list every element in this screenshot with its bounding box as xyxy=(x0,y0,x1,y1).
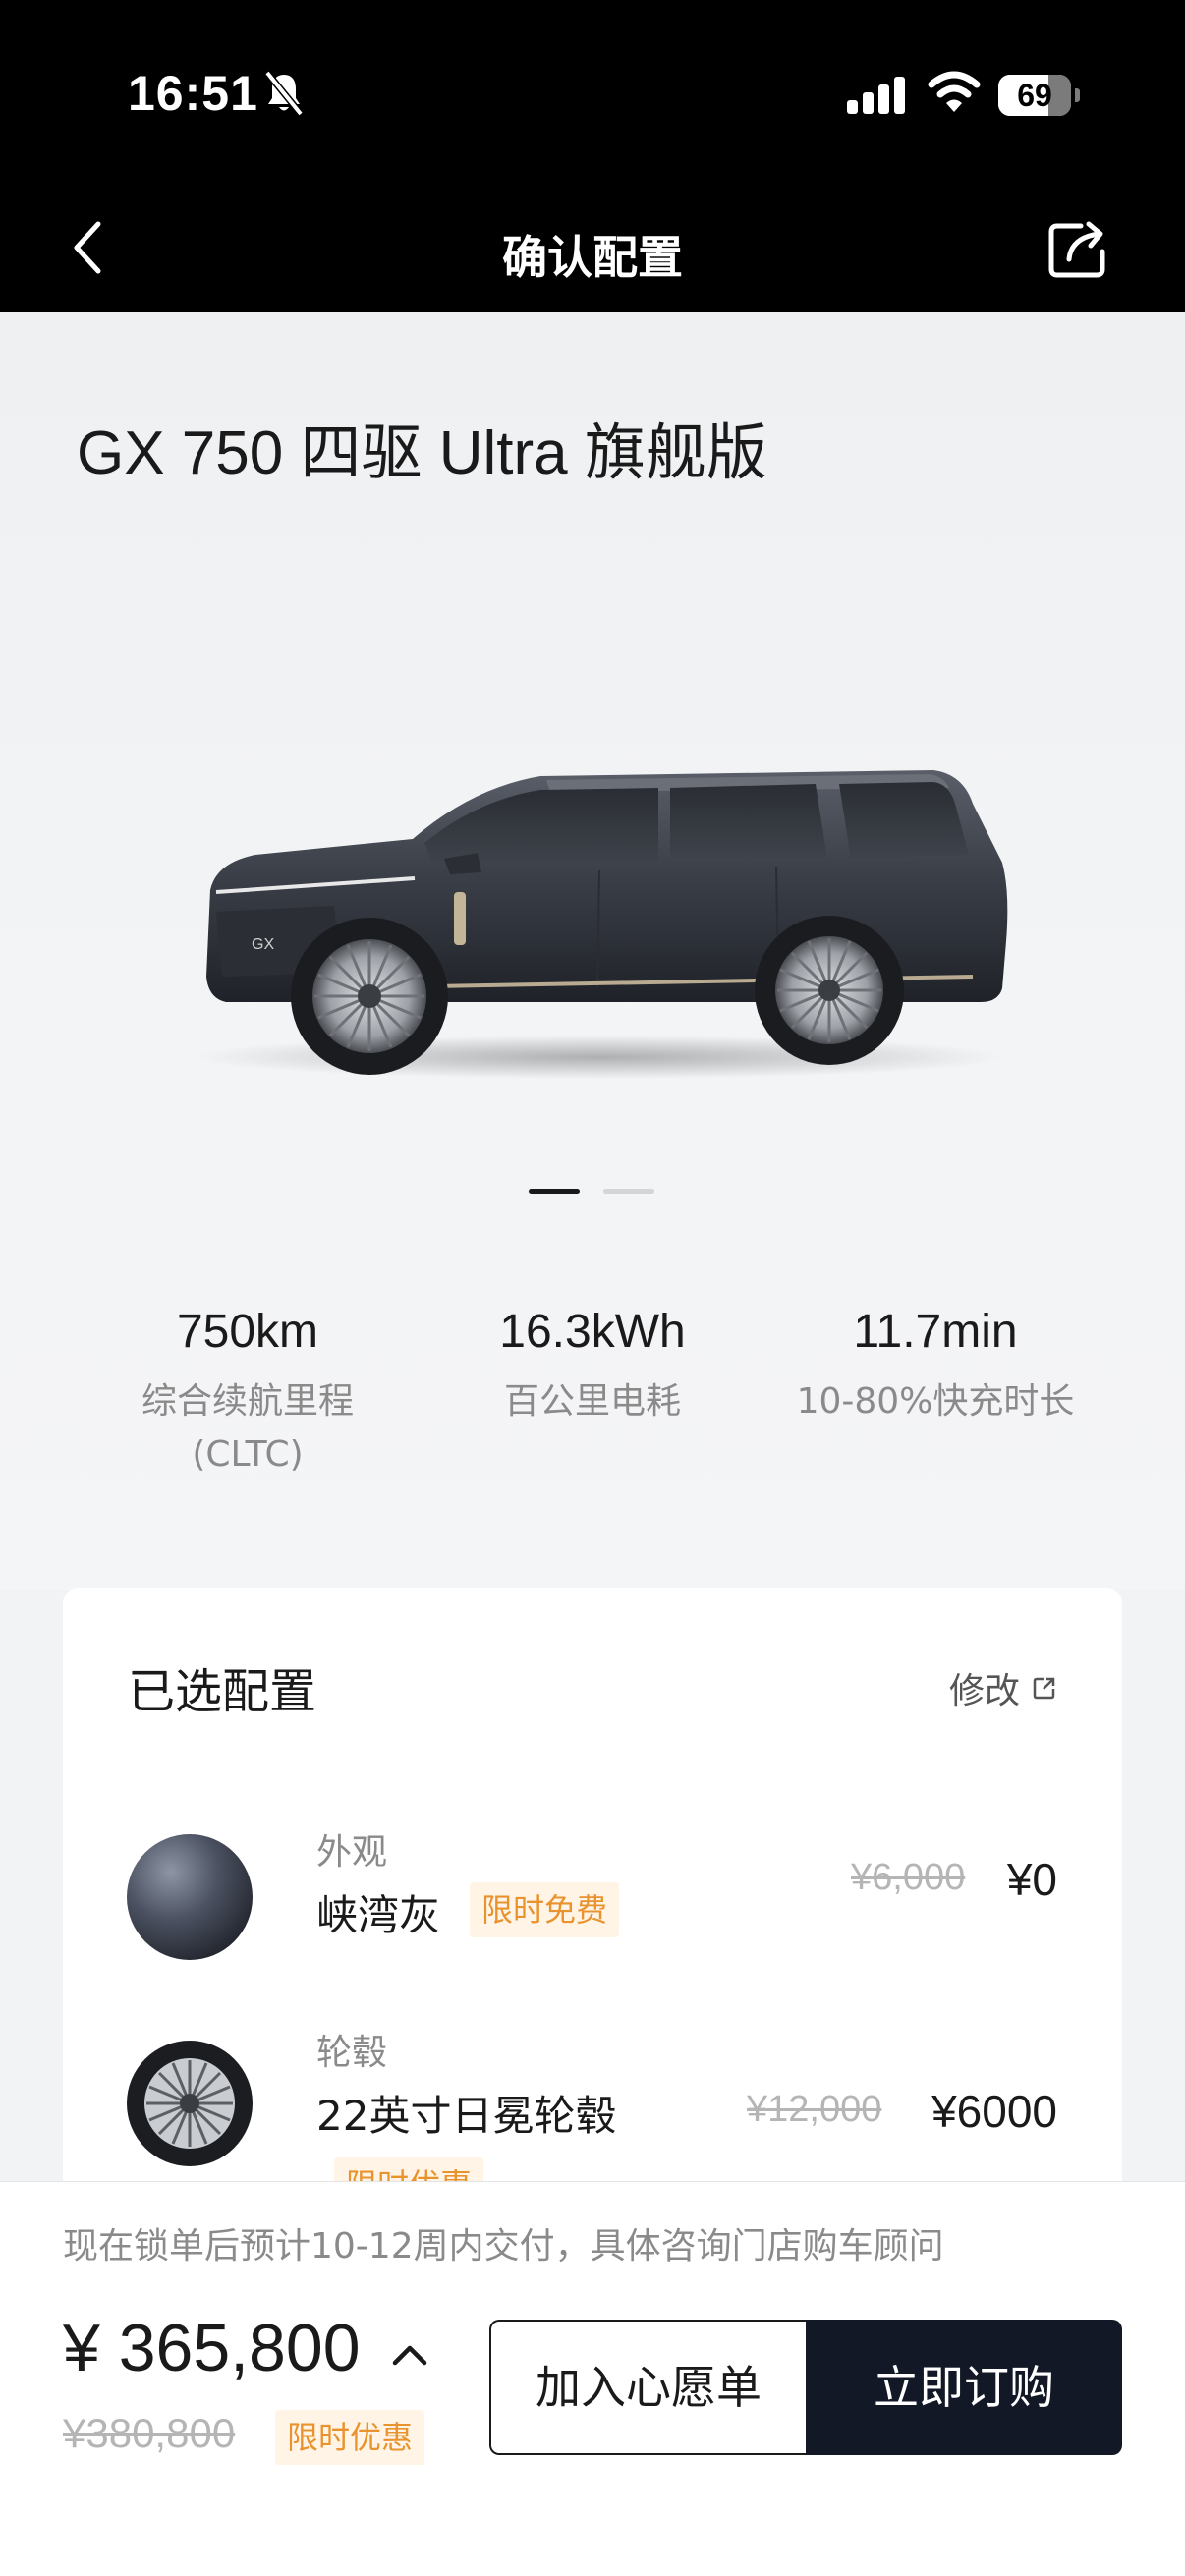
order-now-button[interactable]: 立即订购 xyxy=(806,2320,1122,2455)
promo-badge: 限时免费 xyxy=(470,1882,620,1937)
price: ¥0 xyxy=(1006,1854,1057,1905)
hero-section: GX 750 四驱 Ultra 旗舰版 GX 750km 综合续航里程 (CLT… xyxy=(0,312,1185,1590)
config-category: 轮毂 xyxy=(316,2033,388,2073)
carousel-dot[interactable] xyxy=(603,1189,654,1194)
top-bar: 16:51 69 确认配置 xyxy=(0,0,1185,312)
page-title: 确认配置 xyxy=(502,231,683,284)
old-price: ¥6,000 xyxy=(851,1857,966,1898)
carousel-dot[interactable] xyxy=(529,1189,580,1194)
stat-label: 综合续航里程 (CLTC) xyxy=(141,1381,354,1475)
card-title: 已选配置 xyxy=(128,1664,317,1719)
wifi-icon xyxy=(928,71,981,118)
chevron-up-icon[interactable] xyxy=(389,2339,430,2373)
signal-icon xyxy=(847,77,908,118)
model-title: GX 750 四驱 Ultra 旗舰版 xyxy=(77,420,767,487)
promo-badge: 限时优惠 xyxy=(275,2410,425,2465)
stat-range: 750km 综合续航里程 (CLTC) xyxy=(71,1301,424,1482)
svg-text:GX: GX xyxy=(252,936,274,953)
total-price[interactable]: ¥ 365,800 xyxy=(63,2310,361,2386)
config-category: 外观 xyxy=(316,1832,388,1873)
add-to-wishlist-button[interactable]: 加入心愿单 xyxy=(489,2320,806,2455)
car-image[interactable]: GX xyxy=(187,745,1012,1083)
stat-label: 10-80%快充时长 xyxy=(796,1381,1075,1422)
config-name: 峡湾灰 xyxy=(316,1891,441,1939)
price: ¥6000 xyxy=(931,2086,1057,2137)
stat-value: 750km xyxy=(176,1306,319,1358)
share-icon[interactable] xyxy=(1047,218,1110,285)
stat-value: 16.3kWh xyxy=(499,1306,686,1358)
battery-percent: 69 xyxy=(1017,78,1052,113)
config-name: 22英寸日冕轮毂 xyxy=(316,2092,617,2140)
modify-label: 修改 xyxy=(948,1671,1020,1711)
bell-muted-icon xyxy=(263,70,305,120)
wheel-thumbnail xyxy=(126,2040,254,2171)
original-total-price: ¥380,800 xyxy=(63,2410,236,2456)
old-price: ¥12,000 xyxy=(747,2089,882,2130)
modify-button[interactable]: 修改 xyxy=(949,1662,1057,1713)
purchase-bar: 现在锁单后预计10-12周内交付，具体咨询门店购车顾问 ¥ 365,800 ¥3… xyxy=(0,2181,1185,2576)
external-link-icon xyxy=(1033,1677,1055,1700)
stat-value: 11.7min xyxy=(853,1306,1018,1358)
battery-icon: 69 xyxy=(998,75,1080,116)
paint-swatch xyxy=(126,1833,254,1965)
stat-charge-time: 11.7min 10-80%快充时长 xyxy=(759,1301,1112,1428)
delivery-note: 现在锁单后预计10-12周内交付，具体咨询门店购车顾问 xyxy=(63,2226,944,2267)
stat-label: 百公里电耗 xyxy=(503,1381,681,1422)
status-time: 16:51 xyxy=(128,66,258,121)
selected-config-card: 已选配置 修改 外观 峡湾灰 限时免费 ¥6,000 ¥0 轮毂 22英寸日冕轮… xyxy=(63,1588,1122,2275)
stat-consumption: 16.3kWh 百公里电耗 xyxy=(416,1301,769,1428)
